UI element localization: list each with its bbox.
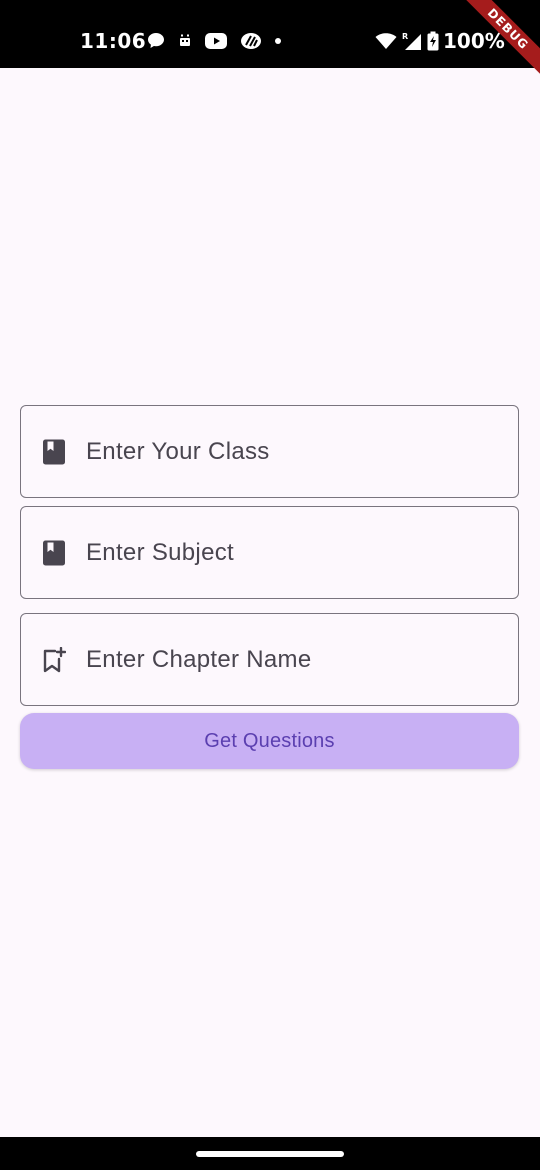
system-icons: R 100% <box>375 30 505 52</box>
home-gesture-handle[interactable] <box>196 1151 344 1157</box>
book-icon <box>41 540 67 566</box>
chat-bubble-icon <box>146 31 166 51</box>
subject-field[interactable] <box>20 506 519 599</box>
chapter-input[interactable] <box>86 614 504 705</box>
app-icon <box>240 32 262 50</box>
navigation-bar <box>0 1137 540 1170</box>
battery-charging-icon <box>427 31 439 51</box>
notification-icons <box>146 30 282 52</box>
question-form: Get Questions <box>20 405 519 769</box>
subject-input[interactable] <box>86 507 504 598</box>
cellular-roaming-icon: R <box>401 31 423 51</box>
status-bar: 11:06 R 100% <box>0 0 540 68</box>
status-time: 11:06 <box>80 29 147 53</box>
get-questions-button[interactable]: Get Questions <box>20 713 519 769</box>
wifi-icon <box>375 32 397 50</box>
chapter-field[interactable] <box>20 613 519 706</box>
battery-percentage: 100% <box>443 29 505 53</box>
svg-text:R: R <box>402 32 408 41</box>
class-field[interactable] <box>20 405 519 498</box>
book-icon <box>41 439 67 465</box>
youtube-icon <box>204 32 228 50</box>
bookmark-add-icon <box>41 646 67 673</box>
notification-icon <box>178 33 192 49</box>
more-dot-icon <box>274 37 282 45</box>
class-input[interactable] <box>86 406 504 497</box>
